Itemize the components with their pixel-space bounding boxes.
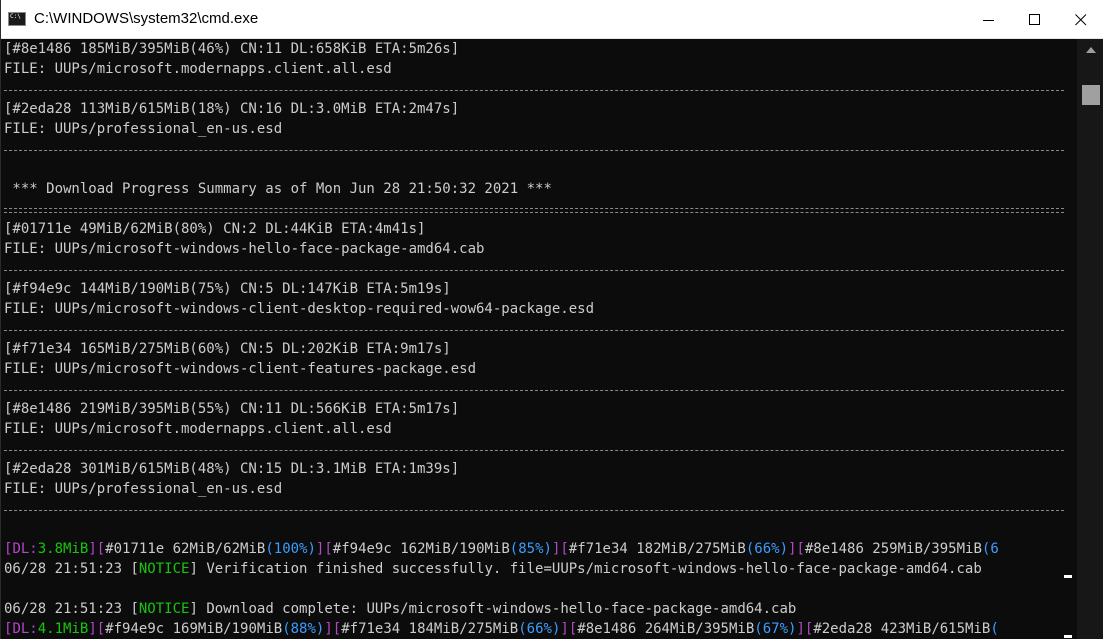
status-segment: ][ xyxy=(788,541,805,557)
console-line: [#8e1486 185MiB/395MiB(46%) CN:11 DL:658… xyxy=(4,41,460,57)
minimize-icon xyxy=(983,20,994,21)
status-segment: ][ xyxy=(560,621,578,637)
console-line: FILE: UUPs/microsoft-windows-client-desk… xyxy=(4,301,595,317)
status-segment: (6 xyxy=(981,541,999,557)
notice-tag: NOTICE xyxy=(138,561,190,577)
console-line: [#8e1486 219MiB/395MiB(55%) CN:11 DL:566… xyxy=(4,401,460,417)
notice-message: Download complete: UUPs/microsoft-window… xyxy=(197,601,797,617)
status-segment: #01711e 62MiB/62MiB xyxy=(105,541,266,557)
notice-bracket: ] xyxy=(189,561,198,577)
status-segment: #f71e34 184MiB/275MiB xyxy=(341,621,519,637)
status-segment: ][ xyxy=(88,621,106,637)
app-icon-label: C:\ xyxy=(10,13,21,20)
vertical-scrollbar[interactable] xyxy=(1077,39,1103,639)
console-line: FILE: UUPs/professional_en-us.esd xyxy=(4,481,283,497)
status-segment: #f71e34 182MiB/275MiB xyxy=(568,541,746,557)
status-segment: 88% xyxy=(290,621,316,637)
status-segment: #8e1486 259MiB/395MiB xyxy=(804,541,982,557)
status-segment: ) xyxy=(779,541,789,557)
notice-bracket: [ xyxy=(130,561,139,577)
cmd-app-icon[interactable]: C:\ xyxy=(8,12,26,26)
status-segment: 3.8MiB xyxy=(37,541,89,557)
scrollbar-thumb[interactable] xyxy=(1082,85,1100,105)
status-segment: ( xyxy=(282,621,291,637)
status-segment: ][ xyxy=(551,541,569,557)
console-line: FILE: UUPs/microsoft-windows-hello-face-… xyxy=(4,241,485,257)
console-line: [#2eda28 113MiB/615MiB(18%) CN:16 DL:3.0… xyxy=(4,101,460,117)
status-segment: ][ xyxy=(88,541,106,557)
status-segment: #2eda28 423MiB/615MiB xyxy=(813,621,991,637)
notice-line: 06/28 21:51:23 [NOTICE] Verification fin… xyxy=(4,559,1070,579)
status-segment: 66% xyxy=(526,621,552,637)
separator-line xyxy=(4,390,1064,391)
double-separator xyxy=(4,208,1064,213)
console-line: FILE: UUPs/professional_en-us.esd xyxy=(4,121,283,137)
summary-heading: *** Download Progress Summary as of Mon … xyxy=(4,181,552,197)
status-segment: ][ xyxy=(796,621,814,637)
notice-line: 06/28 21:51:23 [NOTICE] Download complet… xyxy=(4,599,1070,619)
status-segment: DL: xyxy=(12,541,38,557)
notice-tag: NOTICE xyxy=(138,601,190,617)
status-segment: #f94e9c 169MiB/190MiB xyxy=(105,621,283,637)
console-output[interactable]: [#8e1486 185MiB/395MiB(46%) CN:11 DL:658… xyxy=(1,39,1075,639)
close-button[interactable] xyxy=(1058,0,1103,38)
separator-line xyxy=(4,330,1064,331)
console-line: [#f94e9c 144MiB/190MiB(75%) CN:5 DL:147K… xyxy=(4,281,451,297)
separator-line xyxy=(4,450,1064,451)
status-segment: 66% xyxy=(754,541,780,557)
notice-time: 06/28 21:51:23 xyxy=(4,601,131,617)
maximize-icon xyxy=(1029,14,1040,25)
console-line: [#2eda28 301MiB/615MiB(48%) CN:15 DL:3.1… xyxy=(4,461,460,477)
status-segment: ][ xyxy=(324,621,342,637)
status-segment: 67% xyxy=(762,621,789,637)
notice-time: 06/28 21:51:23 xyxy=(4,561,131,577)
status-segment: DL: xyxy=(12,621,38,637)
status-segment: 85% xyxy=(518,541,544,557)
window-title: C:\WINDOWS\system32\cmd.exe xyxy=(34,10,259,27)
status-segment: ) xyxy=(543,541,552,557)
scroll-up-arrow-icon[interactable] xyxy=(1086,47,1096,53)
notice-bracket: ] xyxy=(189,601,198,617)
notice-bracket: [ xyxy=(130,601,139,617)
separator-line xyxy=(4,150,1064,151)
status-segment: ( xyxy=(754,621,763,637)
status-segment: ( xyxy=(990,621,999,637)
status-segment: ( xyxy=(265,541,274,557)
text-cursor xyxy=(1064,575,1072,578)
status-line: [DL:3.8MiB][#01711e 62MiB/62MiB(100%)][#… xyxy=(4,539,1070,559)
console-line: [#f71e34 165MiB/275MiB(60%) CN:5 DL:202K… xyxy=(4,341,451,357)
maximize-button[interactable] xyxy=(1012,0,1058,38)
status-segment: 100% xyxy=(273,541,308,557)
status-segment: ][ xyxy=(315,541,333,557)
minimize-button[interactable] xyxy=(966,0,1012,38)
separator-line xyxy=(4,270,1064,271)
status-segment: ) xyxy=(307,541,316,557)
notice-message: Verification finished successfully. file… xyxy=(197,561,982,577)
cmd-window: C:\ C:\WINDOWS\system32\cmd.exe [#8e1486… xyxy=(0,0,1103,639)
console-line: FILE: UUPs/microsoft.modernapps.client.a… xyxy=(4,421,392,437)
title-bar[interactable]: C:\ C:\WINDOWS\system32\cmd.exe xyxy=(1,0,1103,39)
console-line: FILE: UUPs/microsoft.modernapps.client.a… xyxy=(4,61,392,77)
console-line: FILE: UUPs/microsoft-windows-client-feat… xyxy=(4,361,477,377)
status-segment: #8e1486 264MiB/395MiB xyxy=(577,621,755,637)
status-segment: ( xyxy=(509,541,519,557)
status-segment: ( xyxy=(518,621,527,637)
status-segment: 4.1MiB xyxy=(37,621,89,637)
separator-line xyxy=(4,90,1064,91)
text-cursor xyxy=(1064,635,1072,638)
status-line: [DL:4.1MiB][#f94e9c 169MiB/190MiB(88%)][… xyxy=(4,619,1070,639)
separator-line xyxy=(4,510,1064,511)
status-segment: #f94e9c 162MiB/190MiB xyxy=(332,541,510,557)
close-icon xyxy=(1075,14,1087,26)
console-line: [#01711e 49MiB/62MiB(80%) CN:2 DL:44KiB … xyxy=(4,221,426,237)
